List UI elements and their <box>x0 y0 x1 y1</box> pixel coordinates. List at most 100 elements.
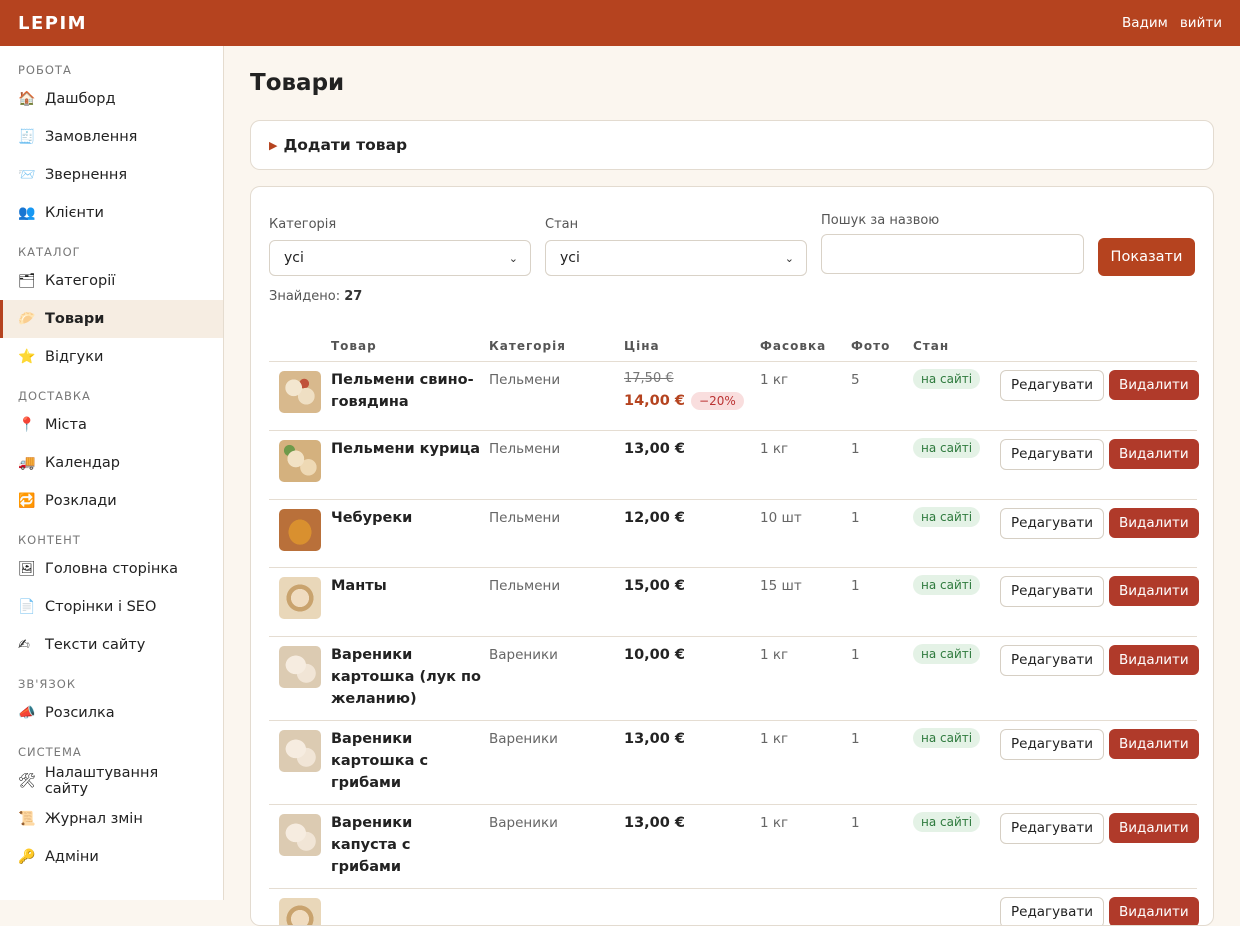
edit-button[interactable]: Редагувати <box>1000 370 1104 401</box>
col-price[interactable]: Ціна <box>624 331 760 361</box>
sidebar-item[interactable]: 🛠Налаштування сайту <box>0 762 223 800</box>
sidebar-item[interactable]: 👥Клієнти <box>0 194 223 232</box>
product-thumbnail[interactable] <box>279 646 321 688</box>
product-thumbnail[interactable] <box>279 898 321 926</box>
sale-line: 14,00 € −20% <box>624 392 760 410</box>
table-row: Вареники капуста с грибами Вареники 13,0… <box>269 804 1197 888</box>
sidebar-item-label: Розсилка <box>45 705 115 721</box>
sidebar-item[interactable]: 🗂Категорії <box>0 262 223 300</box>
product-pack: 1 кг <box>760 730 851 748</box>
edit-button[interactable]: Редагувати <box>1000 897 1104 926</box>
col-pack[interactable]: Фасовка <box>760 331 851 361</box>
sidebar-item[interactable]: 📨Звернення <box>0 156 223 194</box>
product-name[interactable]: Пельмени свино-говядина <box>331 369 489 413</box>
sidebar-item-label: Клієнти <box>45 205 104 221</box>
product-thumbnail[interactable] <box>279 577 321 619</box>
product-photos: 1 <box>851 814 913 832</box>
sidebar-item-label: Дашборд <box>45 91 116 107</box>
delete-button[interactable]: Видалити <box>1109 370 1199 400</box>
category-cell: Вареники <box>489 636 624 720</box>
actions-cell: Редагувати Видалити <box>1000 720 1197 804</box>
sidebar-item[interactable]: 🖼Головна сторінка <box>0 550 223 588</box>
sidebar-item-label: Звернення <box>45 167 127 183</box>
name-cell: Чебуреки <box>331 499 489 567</box>
product-name[interactable]: Вареники капуста с грибами <box>331 812 489 878</box>
add-product-toggle[interactable]: ▶ Додати товар <box>250 120 1214 170</box>
price: 13,00 € <box>624 814 760 832</box>
product-name[interactable]: Вареники картошка (лук по желанию) <box>331 644 489 710</box>
product-name[interactable]: Манты <box>331 575 489 597</box>
delete-button[interactable]: Видалити <box>1109 897 1199 926</box>
category-filter-label: Категорія <box>269 217 531 232</box>
product-thumbnail[interactable] <box>279 814 321 856</box>
state-filter: Стан усі ⌄ <box>545 217 807 276</box>
row-actions: Редагувати Видалити <box>1000 813 1197 844</box>
delete-button[interactable]: Видалити <box>1109 729 1199 759</box>
state-cell: на сайті <box>913 361 1000 430</box>
menu-icon: 🧾 <box>18 129 45 145</box>
edit-button[interactable]: Редагувати <box>1000 508 1104 539</box>
product-name[interactable]: Вареники картошка с грибами <box>331 728 489 794</box>
category-select[interactable]: усі ⌄ <box>269 240 531 276</box>
sidebar-item[interactable]: 🧾Замовлення <box>0 118 223 156</box>
edit-button[interactable]: Редагувати <box>1000 439 1104 470</box>
category-cell: Пельмени <box>489 499 624 567</box>
photos-cell: 1 <box>851 499 913 567</box>
price-cell: 15,00 € <box>624 567 760 636</box>
delete-button[interactable]: Видалити <box>1109 508 1199 538</box>
edit-button[interactable]: Редагувати <box>1000 645 1104 676</box>
edit-button[interactable]: Редагувати <box>1000 729 1104 760</box>
product-category: Вареники <box>489 814 624 832</box>
sidebar-item[interactable]: 📍Міста <box>0 406 223 444</box>
sidebar-item[interactable]: 🚚Календар <box>0 444 223 482</box>
sidebar-item[interactable]: 🥟Товари <box>0 300 223 338</box>
delete-button[interactable]: Видалити <box>1109 813 1199 843</box>
logo[interactable]: LEPIM <box>18 13 87 34</box>
products-table: Товар Категорія Ціна Фасовка Фото Стан П… <box>269 331 1197 926</box>
sidebar-group: Каталог🗂Категорії🥟Товари⭐Відгуки <box>0 242 223 376</box>
menu-icon: 👥 <box>18 205 45 221</box>
logout-link[interactable]: вийти <box>1180 15 1222 31</box>
pack-cell: 1 кг <box>760 430 851 499</box>
category-cell: Пельмени <box>489 361 624 430</box>
product-thumbnail[interactable] <box>279 440 321 482</box>
price-cell: 13,00 € <box>624 720 760 804</box>
user-name-link[interactable]: Вадим <box>1122 15 1168 31</box>
table-row: Пельмени курица Пельмени 13,00 € 1 кг 1 … <box>269 430 1197 499</box>
sidebar-item-label: Відгуки <box>45 349 103 365</box>
col-photos[interactable]: Фото <box>851 331 913 361</box>
sidebar-item[interactable]: ⭐Відгуки <box>0 338 223 376</box>
col-state[interactable]: Стан <box>913 331 1000 361</box>
category-cell: Пельмени <box>489 567 624 636</box>
edit-button[interactable]: Редагувати <box>1000 813 1104 844</box>
product-name[interactable]: Чебуреки <box>331 507 489 529</box>
pack-cell: 1 кг <box>760 361 851 430</box>
sidebar-item[interactable]: 🔑Адміни <box>0 838 223 876</box>
search-input[interactable] <box>821 234 1084 274</box>
product-category: Пельмени <box>489 440 624 458</box>
sidebar-item-label: Сторінки і SEO <box>45 599 156 615</box>
delete-button[interactable]: Видалити <box>1109 439 1199 469</box>
product-name[interactable]: Пельмени курица <box>331 438 489 460</box>
product-thumbnail[interactable] <box>279 509 321 551</box>
show-button[interactable]: Показати <box>1098 238 1195 276</box>
name-cell: Манты <box>331 567 489 636</box>
sidebar-item-label: Міста <box>45 417 87 433</box>
delete-button[interactable]: Видалити <box>1109 645 1199 675</box>
sidebar-item[interactable]: 📣Розсилка <box>0 694 223 732</box>
product-thumbnail[interactable] <box>279 371 321 413</box>
edit-button[interactable]: Редагувати <box>1000 576 1104 607</box>
product-thumbnail[interactable] <box>279 730 321 772</box>
sidebar-item[interactable]: 📄Сторінки і SEO <box>0 588 223 626</box>
menu-icon: 📜 <box>18 811 45 827</box>
col-product[interactable]: Товар <box>331 331 489 361</box>
col-category[interactable]: Категорія <box>489 331 624 361</box>
discount-badge: −20% <box>691 392 744 410</box>
sidebar-item[interactable]: 🏠Дашборд <box>0 80 223 118</box>
sidebar-item[interactable]: 🔁Розклади <box>0 482 223 520</box>
sidebar-item[interactable]: 📜Журнал змін <box>0 800 223 838</box>
state-cell: на сайті <box>913 636 1000 720</box>
sidebar-item[interactable]: ✍Тексти сайту <box>0 626 223 664</box>
delete-button[interactable]: Видалити <box>1109 576 1199 606</box>
state-select[interactable]: усі ⌄ <box>545 240 807 276</box>
